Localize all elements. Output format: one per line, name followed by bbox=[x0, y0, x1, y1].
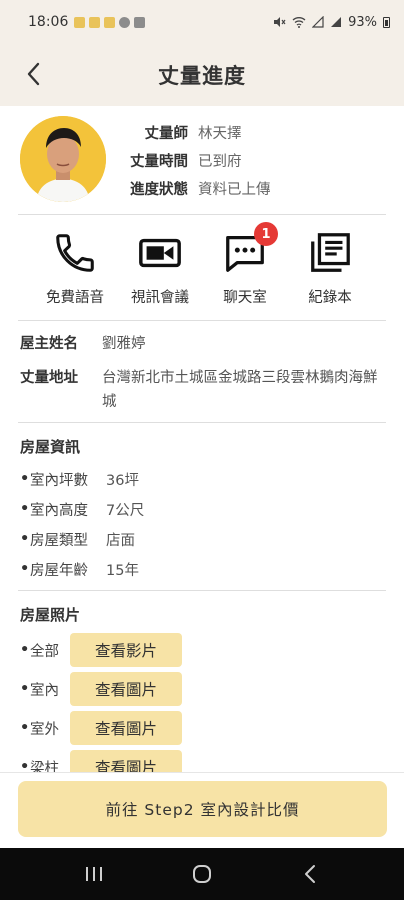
person-photo-icon bbox=[20, 116, 106, 202]
status-time: 18:06 bbox=[28, 14, 69, 30]
survey-address-label: 丈量地址 bbox=[20, 370, 78, 386]
video-meeting-button[interactable]: 視訊會議 bbox=[116, 228, 204, 312]
photo-category-label: 梁柱 bbox=[30, 760, 59, 773]
survey-time-row: 丈量時間 已到府 bbox=[120, 148, 242, 172]
owner-name-value: 劉雅婷 bbox=[102, 336, 146, 352]
house-info-label: 室內坪數 bbox=[30, 472, 88, 489]
photo-item-indoor: • 室內 查看圖片 bbox=[20, 672, 182, 706]
survey-address-row: 丈量地址 台灣新北市土城區金城路三段雲林鵝肉海鮮城 bbox=[20, 366, 384, 414]
recent-apps-icon bbox=[86, 867, 102, 881]
progress-status-label: 進度狀態 bbox=[130, 181, 188, 198]
back-button[interactable] bbox=[18, 56, 48, 92]
survey-address-value: 台灣新北市土城區金城路三段雲林鵝肉海鮮城 bbox=[102, 370, 378, 410]
divider bbox=[18, 214, 386, 215]
notification-icons bbox=[74, 16, 146, 28]
progress-status-row: 進度狀態 資料已上傳 bbox=[120, 176, 271, 200]
divider bbox=[18, 590, 386, 591]
status-bar: 18:06 93% bbox=[0, 0, 404, 44]
avatar bbox=[20, 116, 106, 202]
back-arrow-icon bbox=[305, 865, 315, 883]
house-info-value: 36坪 bbox=[106, 472, 139, 489]
app-notification-icon bbox=[89, 16, 101, 28]
photos-section: 房屋照片 • 全部 查看影片 • 室內 查看圖片 • 室外 查看圖片 • 梁柱 查看圖片 bbox=[0, 600, 404, 772]
chevron-left-icon bbox=[27, 62, 40, 86]
house-info-value: 7公尺 bbox=[106, 502, 145, 519]
system-navigation-bar bbox=[0, 848, 404, 900]
chat-room-button[interactable]: 1 聊天室 bbox=[201, 222, 289, 312]
house-info-label: 房屋類型 bbox=[30, 532, 88, 549]
surveyor-name-row: 丈量師 林天擇 bbox=[120, 120, 242, 144]
notebook-icon bbox=[305, 228, 355, 278]
house-info-item: • 房屋類型 店面 bbox=[20, 527, 135, 551]
video-camera-icon bbox=[135, 228, 185, 278]
notebook-button[interactable]: 紀錄本 bbox=[286, 228, 374, 312]
battery-percent: 93% bbox=[348, 14, 377, 30]
view-outdoor-photos-button[interactable]: 查看圖片 bbox=[70, 711, 182, 745]
bottom-action-bar: 前往 Step2 室內設計比價 bbox=[0, 772, 404, 848]
surveyor-value: 林天擇 bbox=[198, 125, 242, 142]
system-icons: 93% bbox=[273, 15, 390, 30]
owner-name-row: 屋主姓名 劉雅婷 bbox=[20, 332, 384, 356]
photo-category-label: 室內 bbox=[30, 682, 59, 699]
alert-notification-icon bbox=[134, 16, 146, 28]
house-info-title: 房屋資訊 bbox=[20, 438, 81, 456]
progress-status-value: 資料已上傳 bbox=[198, 181, 271, 198]
chat-icon: 1 bbox=[220, 222, 278, 278]
app-header: 丈量進度 bbox=[0, 44, 404, 106]
voice-call-button[interactable]: 免費語音 bbox=[31, 228, 119, 312]
contact-actions: 免費語音 視訊會議 1 聊天室 紀錄本 bbox=[0, 222, 404, 312]
app-notification-icon bbox=[104, 16, 116, 28]
unread-badge: 1 bbox=[254, 222, 278, 246]
page-title: 丈量進度 bbox=[158, 64, 246, 88]
surveyor-profile: 丈量師 林天擇 丈量時間 已到府 進度狀態 資料已上傳 bbox=[0, 114, 404, 206]
owner-name-label: 屋主姓名 bbox=[20, 336, 78, 352]
chat-room-label: 聊天室 bbox=[223, 290, 267, 306]
divider bbox=[18, 422, 386, 423]
house-info-label: 房屋年齡 bbox=[30, 562, 88, 579]
photo-item-outdoor: • 室外 查看圖片 bbox=[20, 711, 182, 745]
house-info-value: 15年 bbox=[106, 562, 139, 579]
house-photos-title: 房屋照片 bbox=[20, 606, 81, 624]
divider bbox=[18, 320, 386, 321]
surveyor-label: 丈量師 bbox=[144, 125, 189, 142]
home-icon bbox=[193, 865, 211, 883]
phone-icon bbox=[50, 228, 100, 278]
house-info-item: • 室內坪數 36坪 bbox=[20, 467, 139, 491]
video-meeting-label: 視訊會議 bbox=[131, 290, 189, 306]
photo-category-label: 室外 bbox=[30, 721, 59, 738]
house-info-item: • 室內高度 7公尺 bbox=[20, 497, 144, 521]
view-beam-photos-button[interactable]: 查看圖片 bbox=[70, 750, 182, 772]
wifi-icon bbox=[292, 17, 306, 28]
signal-icon bbox=[331, 17, 342, 27]
battery-icon bbox=[383, 16, 390, 28]
mute-icon bbox=[274, 17, 286, 27]
photo-category-label: 全部 bbox=[30, 643, 59, 660]
back-nav-button[interactable] bbox=[286, 854, 334, 894]
app-notification-icon bbox=[74, 16, 86, 28]
recent-apps-button[interactable] bbox=[70, 854, 118, 894]
survey-time-value: 已到府 bbox=[198, 153, 242, 170]
survey-time-label: 丈量時間 bbox=[130, 153, 188, 170]
house-info-label: 室內高度 bbox=[30, 502, 88, 519]
photo-item-beams: • 梁柱 查看圖片 bbox=[20, 750, 182, 772]
house-info-value: 店面 bbox=[106, 532, 135, 549]
home-button[interactable] bbox=[178, 854, 226, 894]
chat-notification-icon bbox=[119, 16, 131, 28]
photo-item-all: • 全部 查看影片 bbox=[20, 633, 182, 667]
view-indoor-photos-button[interactable]: 查看圖片 bbox=[70, 672, 182, 706]
view-video-button[interactable]: 查看影片 bbox=[70, 633, 182, 667]
notebook-label: 紀錄本 bbox=[308, 290, 352, 306]
go-to-step2-button[interactable]: 前往 Step2 室內設計比價 bbox=[18, 781, 387, 837]
signal-icon bbox=[312, 16, 324, 28]
house-info-item: • 房屋年齡 15年 bbox=[20, 557, 139, 581]
voice-call-label: 免費語音 bbox=[46, 290, 104, 306]
